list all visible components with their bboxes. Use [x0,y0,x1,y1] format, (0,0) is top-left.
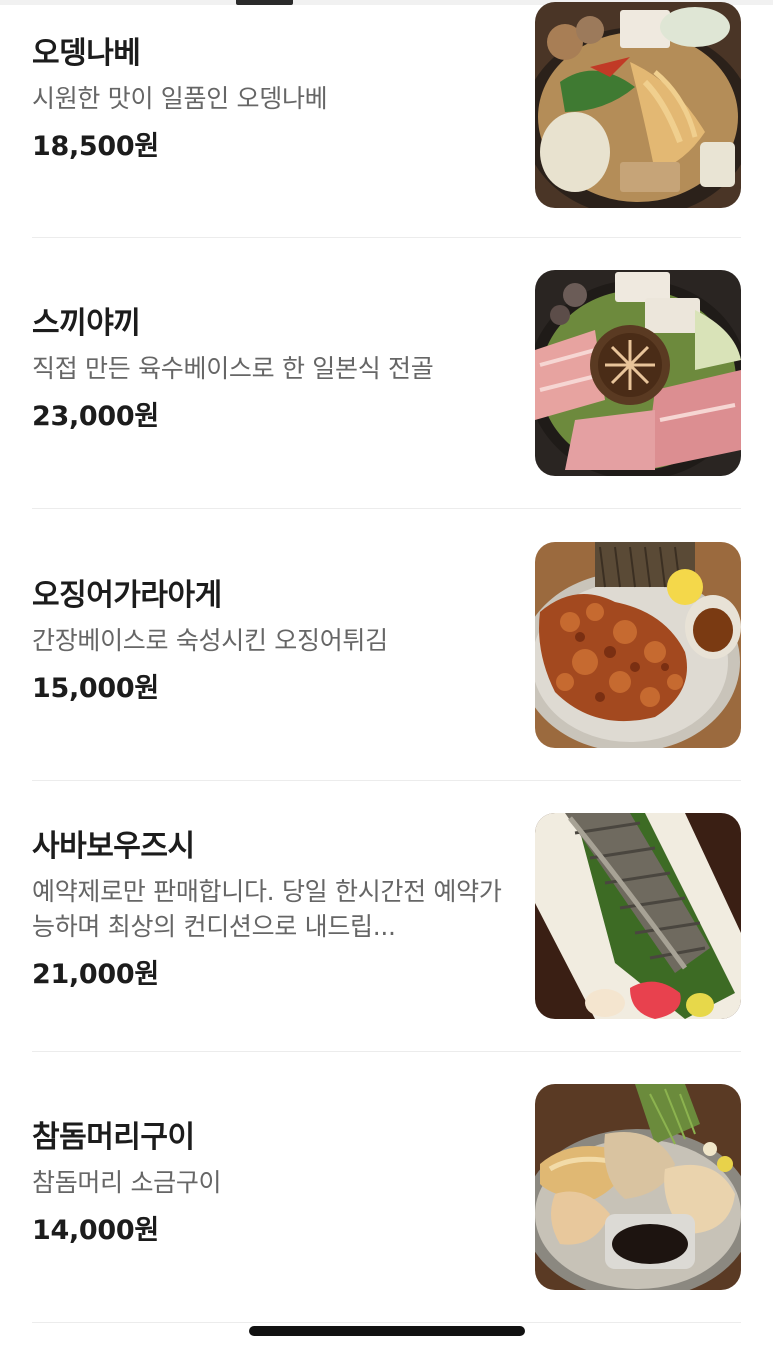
menu-item-description: 예약제로만 판매합니다. 당일 한시간전 예약가능하며 최상의 컨디션으로 내드… [32,877,502,941]
menu-item-photo[interactable] [535,1084,741,1290]
divider [32,780,741,781]
divider [32,1322,741,1323]
menu-item-description: 간장베이스로 숙성시킨 오징어튀김 [32,626,388,655]
menu-item-photo[interactable] [535,270,741,476]
menu-item-oden-nabe[interactable]: 오뎅나베 시원한 맛이 일품인 오뎅나베 18,500원 [32,2,741,210]
sukiyaki-photo [535,270,741,476]
sea-bream-head-photo [535,1084,741,1290]
menu-item-text: 스끼야끼 직접 만든 육수베이스로 한 일본식 전골 23,000원 [32,304,507,433]
menu-item-text: 사바보우즈시 예약제로만 판매합니다. 당일 한시간전 예약가능하며 최상의 컨… [32,827,507,991]
menu-item-price: 21,000원 [32,959,159,990]
menu-item-photo[interactable] [535,2,741,208]
menu-item-photo[interactable] [535,813,741,1019]
menu-item-name: 오뎅나베 [32,36,141,71]
menu-item-price: 18,500원 [32,131,159,162]
squid-karaage-photo [535,542,741,748]
oden-nabe-photo [535,2,741,208]
menu-item-photo[interactable] [535,542,741,748]
menu-item-price: 23,000원 [32,401,159,432]
divider [32,1051,741,1052]
menu-item-text: 참돔머리구이 참돔머리 소금구이 14,000원 [32,1118,507,1247]
menu-item-description: 참돔머리 소금구이 [32,1168,222,1197]
menu-item-name: 스끼야끼 [32,306,141,341]
saba-bou-zushi-photo [535,813,741,1019]
menu-item-description: 직접 만든 육수베이스로 한 일본식 전골 [32,354,434,383]
menu-item-description: 시원한 맛이 일품인 오뎅나베 [32,84,328,113]
menu-item-name: 참돔머리구이 [32,1120,195,1155]
home-indicator[interactable] [249,1326,525,1336]
menu-item-sukiyaki[interactable]: 스끼야끼 직접 만든 육수베이스로 한 일본식 전골 23,000원 [32,270,741,476]
menu-item-text: 오징어가라아게 간장베이스로 숙성시킨 오징어튀김 15,000원 [32,576,507,705]
menu-item-saba-bou-zushi[interactable]: 사바보우즈시 예약제로만 판매합니다. 당일 한시간전 예약가능하며 최상의 컨… [32,813,741,1019]
menu-item-text: 오뎅나베 시원한 맛이 일품인 오뎅나베 18,500원 [32,34,507,163]
divider [32,237,741,238]
menu-item-squid-karaage[interactable]: 오징어가라아게 간장베이스로 숙성시킨 오징어튀김 15,000원 [32,542,741,748]
divider [32,508,741,509]
menu-item-name: 사바보우즈시 [32,829,195,864]
menu-item-price: 15,000원 [32,673,159,704]
menu-item-name: 오징어가라아게 [32,578,222,613]
menu-item-sea-bream-head[interactable]: 참돔머리구이 참돔머리 소금구이 14,000원 [32,1084,741,1290]
menu-item-price: 14,000원 [32,1215,159,1246]
